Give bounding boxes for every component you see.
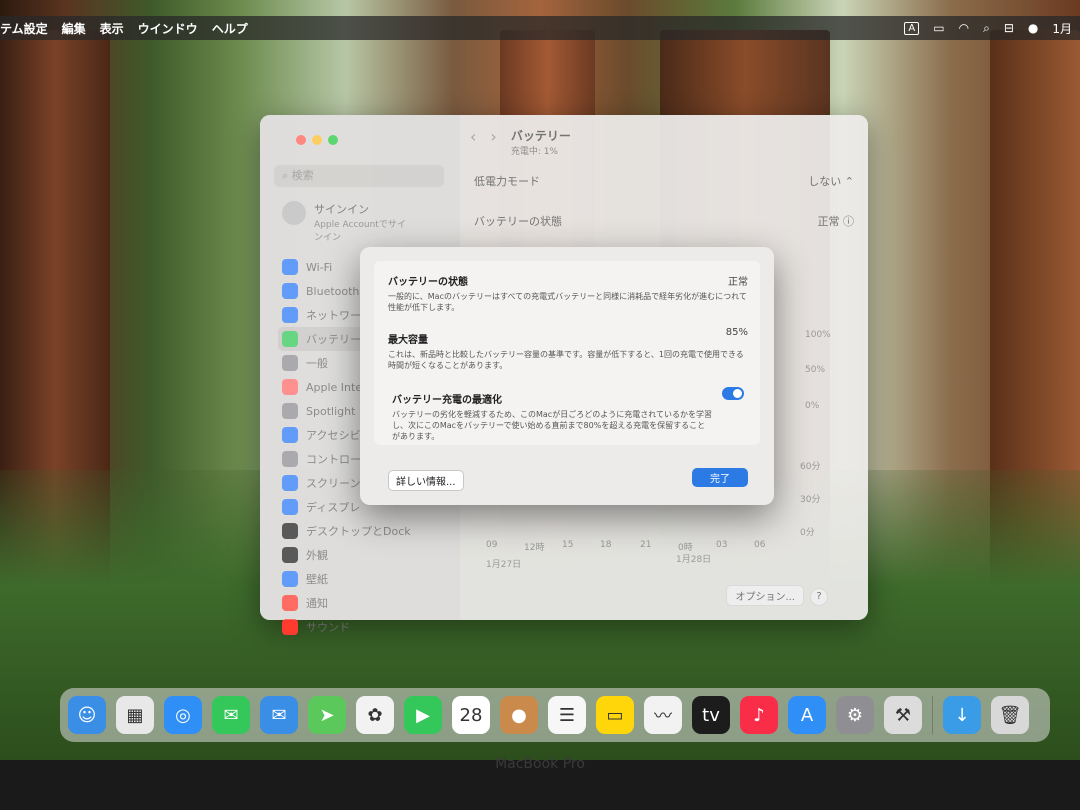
menu-edit[interactable]: 編集 bbox=[62, 20, 86, 37]
capacity-value: 85% bbox=[725, 327, 748, 338]
music-icon[interactable]: ♪ bbox=[740, 696, 778, 734]
control-center-icon[interactable]: ⊟ bbox=[1004, 21, 1014, 35]
menu-app[interactable]: テム設定 bbox=[0, 20, 48, 37]
finder-icon[interactable]: ☺ bbox=[68, 696, 106, 734]
desktop: テム設定 編集 表示 ウインドウ ヘルプ A ▭ ◠ ⌕ ⊟ ● 1月 ⌕ 検索 bbox=[0, 0, 1080, 760]
photos-icon[interactable]: ✿ bbox=[356, 696, 394, 734]
safari-icon[interactable]: ◎ bbox=[164, 696, 202, 734]
input-source-icon[interactable]: A bbox=[904, 21, 920, 35]
health-title: バッテリーの状態 bbox=[388, 277, 468, 288]
reminders-icon[interactable]: ☰ bbox=[548, 696, 586, 734]
wifi-icon[interactable]: ◠ bbox=[959, 21, 969, 35]
menu-bar: テム設定 編集 表示 ウインドウ ヘルプ A ▭ ◠ ⌕ ⊟ ● 1月 bbox=[0, 16, 1080, 40]
contacts-icon[interactable]: ● bbox=[500, 696, 538, 734]
notes-icon[interactable]: ▭ bbox=[596, 696, 634, 734]
maps-icon[interactable]: ➤ bbox=[308, 696, 346, 734]
capacity-description: これは、新品時と比較したバッテリー容量の基準です。容量が低下すると、1回の充電で… bbox=[388, 350, 744, 370]
search-icon[interactable]: ⌕ bbox=[983, 21, 990, 36]
laptop-brand: MacBook Pro bbox=[495, 756, 585, 772]
menu-view[interactable]: 表示 bbox=[100, 20, 124, 37]
optimize-title: バッテリー充電の最適化 bbox=[392, 395, 502, 406]
capacity-title: 最大容量 bbox=[388, 335, 428, 346]
trash-icon[interactable]: 🗑 bbox=[991, 696, 1029, 734]
done-button[interactable]: 完了 bbox=[692, 468, 748, 487]
health-section: バッテリーの状態 一般的に、Macのバッテリーはすべての充電式バッテリーと同様に… bbox=[388, 273, 748, 313]
siri-icon[interactable]: ● bbox=[1028, 21, 1038, 35]
downloads-icon[interactable]: ↓ bbox=[943, 696, 981, 734]
calendar-icon[interactable]: 28 bbox=[452, 696, 490, 734]
dock: ☺ ▦ ◎ ✉ ✉ ➤ ✿ ▶ 28 ● ☰ ▭ 〰 tv ♪ A ⚙ ⚒ ↓ 🗑 bbox=[60, 688, 1050, 742]
optimize-section: バッテリー充電の最適化 バッテリーの劣化を軽減するため、このMacが日ごろどのよ… bbox=[392, 391, 712, 442]
sidebar-item-label: サウンド bbox=[306, 621, 350, 634]
freeform-icon[interactable]: 〰 bbox=[644, 696, 682, 734]
optimize-toggle[interactable] bbox=[722, 387, 744, 400]
utility-icon[interactable]: ⚒ bbox=[884, 696, 922, 734]
health-status: 正常 bbox=[728, 277, 748, 288]
battery-health-dialog: バッテリーの状態 一般的に、Macのバッテリーはすべての充電式バッテリーと同様に… bbox=[360, 247, 774, 505]
dock-separator bbox=[932, 696, 933, 734]
optimize-description: バッテリーの劣化を軽減するため、このMacが日ごろどのように充電されているかを学… bbox=[392, 410, 712, 441]
health-description: 一般的に、Macのバッテリーはすべての充電式バッテリーと同様に消耗品で経年劣化が… bbox=[388, 292, 747, 312]
messages-icon[interactable]: ✉ bbox=[212, 696, 250, 734]
capacity-section: 最大容量 これは、新品時と比較したバッテリー容量の基準です。容量が低下すると、1… bbox=[388, 331, 748, 371]
facetime-icon[interactable]: ▶ bbox=[404, 696, 442, 734]
sidebar-item-icon bbox=[282, 619, 298, 635]
more-info-button[interactable]: 詳しい情報... bbox=[388, 470, 464, 491]
appstore-icon[interactable]: A bbox=[788, 696, 826, 734]
battery-icon[interactable]: ▭ bbox=[933, 21, 944, 35]
menu-help[interactable]: ヘルプ bbox=[212, 20, 248, 37]
menu-window[interactable]: ウインドウ bbox=[138, 20, 198, 37]
launchpad-icon[interactable]: ▦ bbox=[116, 696, 154, 734]
system-settings-icon[interactable]: ⚙ bbox=[836, 696, 874, 734]
mail-icon[interactable]: ✉ bbox=[260, 696, 298, 734]
tv-icon[interactable]: tv bbox=[692, 696, 730, 734]
menu-clock[interactable]: 1月 bbox=[1052, 20, 1072, 37]
